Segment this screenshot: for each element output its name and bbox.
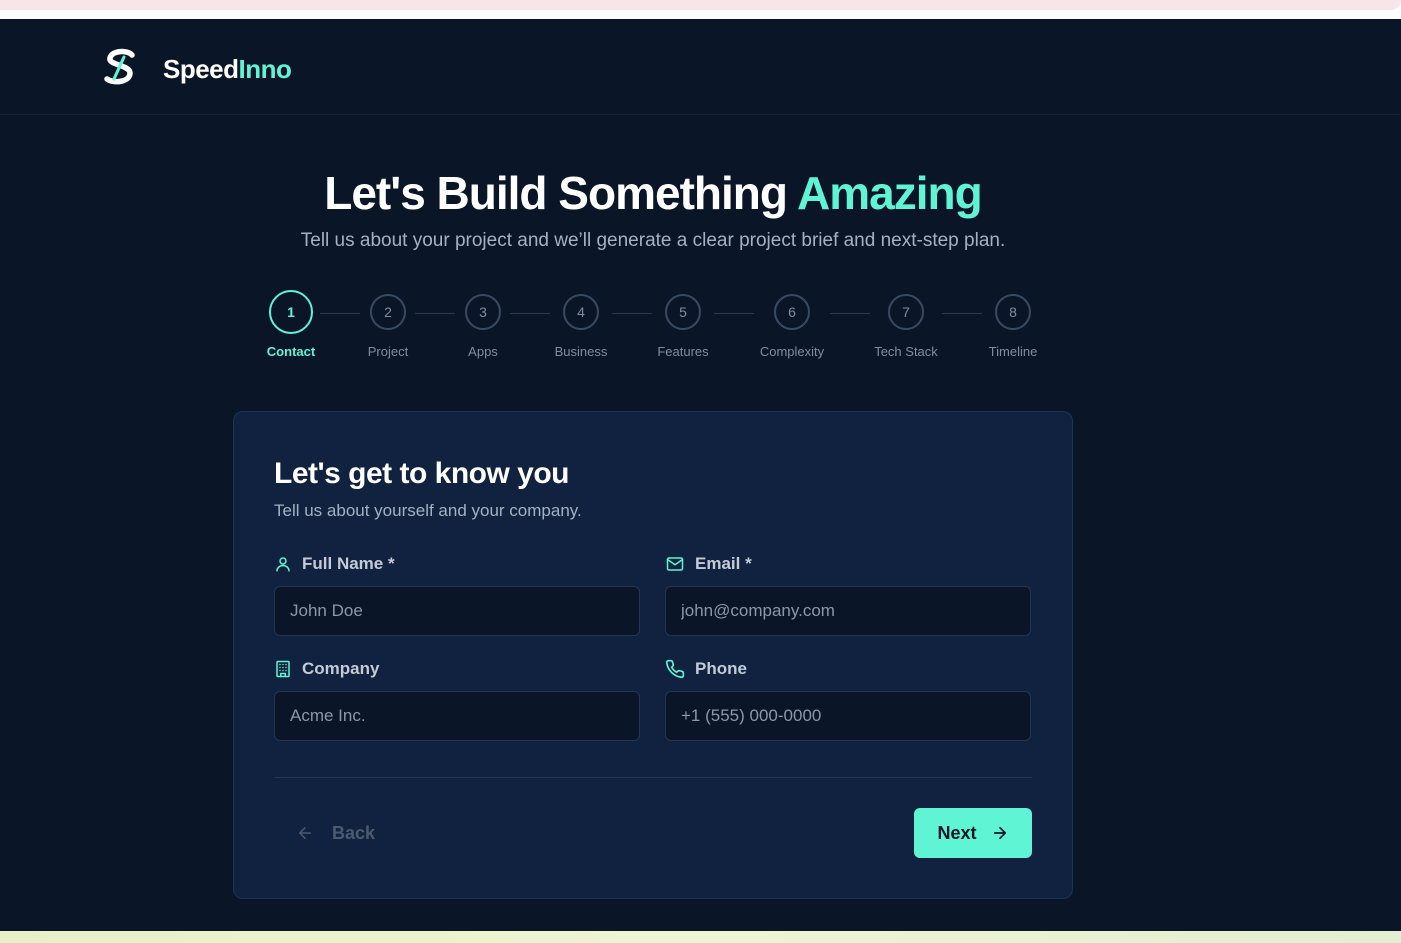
email-field: Email * (665, 552, 1031, 636)
phone-field: Phone (665, 657, 1031, 741)
company-label-text: Company (302, 659, 380, 678)
email-input[interactable] (665, 586, 1031, 636)
next-button[interactable]: Next (914, 808, 1032, 858)
building-icon (276, 660, 290, 678)
step-number: 1 (269, 290, 313, 334)
step-label: Tech Stack (874, 344, 938, 359)
step-label: Project (367, 344, 409, 359)
step-apps[interactable]: 3 Apps (438, 294, 528, 359)
company-field: Company (274, 657, 640, 741)
mail-icon (666, 557, 684, 571)
step-label: Apps (468, 344, 498, 359)
form-title: Let's get to know you (274, 457, 569, 490)
step-number: 8 (995, 294, 1031, 330)
step-project[interactable]: 2 Project (343, 294, 433, 359)
full-name-label-text: Full Name * (302, 554, 395, 573)
arrow-left-icon (299, 827, 311, 839)
browser-chrome-bottom (0, 931, 1401, 943)
browser-chrome-top (0, 0, 1401, 19)
full-name-field: Full Name * (274, 552, 640, 636)
phone-icon (665, 659, 685, 679)
contact-form-card: Let's get to know you Tell us about your… (233, 411, 1073, 899)
step-label: Features (657, 344, 709, 359)
step-features[interactable]: 5 Features (638, 294, 728, 359)
step-number: 2 (370, 294, 406, 330)
hero-subtitle: Tell us about your project and we’ll gen… (300, 230, 1006, 251)
speedinno-logo-icon[interactable] (104, 48, 138, 86)
full-name-label: Full Name * (274, 552, 640, 576)
step-label: Timeline (988, 344, 1038, 359)
form-subtitle: Tell us about yourself and your company. (274, 501, 582, 520)
form-divider (274, 777, 1032, 778)
step-label: Business (554, 344, 608, 359)
user-icon (276, 557, 290, 572)
hero-title-main: Let's Build Something (324, 167, 798, 219)
step-number: 6 (774, 294, 810, 330)
step-complexity[interactable]: 6 Complexity (747, 294, 837, 359)
company-input[interactable] (274, 691, 640, 741)
step-timeline[interactable]: 8 Timeline (968, 294, 1058, 359)
brand-name[interactable]: SpeedInno (163, 54, 292, 84)
step-tech-stack[interactable]: 7 Tech Stack (861, 294, 951, 359)
step-label: Complexity (759, 344, 825, 359)
phone-label: Phone (665, 657, 1031, 681)
company-label: Company (274, 657, 640, 681)
email-label: Email * (665, 552, 1031, 576)
back-button[interactable]: Back (274, 808, 394, 858)
step-number: 4 (563, 294, 599, 330)
hero-title-accent: Amazing (797, 167, 983, 219)
brand-name-part1: Speed (163, 54, 239, 84)
step-business[interactable]: 4 Business (536, 294, 626, 359)
step-number: 5 (665, 294, 701, 330)
full-name-input[interactable] (274, 586, 640, 636)
arrow-right-icon (993, 826, 1006, 840)
site-header: SpeedInno (0, 19, 1401, 115)
next-button-label: Next (937, 822, 977, 843)
step-label: Contact (266, 344, 316, 359)
step-contact[interactable]: 1 Contact (246, 290, 336, 359)
brand-name-part2: Inno (238, 54, 292, 84)
step-number: 3 (465, 294, 501, 330)
back-button-label: Back (332, 822, 376, 843)
phone-label-text: Phone (695, 659, 747, 678)
hero-title: Let's Build Something Amazing (0, 165, 1306, 221)
phone-input[interactable] (665, 691, 1031, 741)
step-number: 7 (888, 294, 924, 330)
email-label-text: Email * (695, 554, 752, 573)
progress-stepper: 1 Contact 2 Project 3 Apps 4 Business 5 … (0, 290, 1401, 374)
